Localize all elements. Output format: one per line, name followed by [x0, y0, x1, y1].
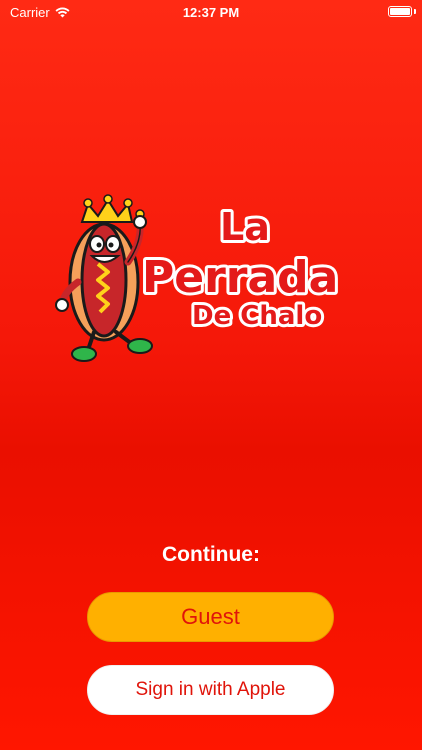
status-bar: Carrier 12:37 PM: [0, 0, 422, 26]
status-time: 12:37 PM: [182, 5, 240, 20]
logo-line-1: La: [220, 205, 270, 249]
battery-level: [390, 8, 410, 15]
battery-cap: [414, 9, 416, 14]
battery-icon: [388, 6, 412, 17]
brand-logo: La Perrada De Chalo: [55, 194, 341, 362]
logo-line-3: De Chalo: [192, 301, 322, 331]
sign-in-with-apple-button[interactable]: Sign in with Apple: [87, 665, 334, 715]
apple-button-label: Sign in with Apple: [135, 679, 286, 700]
login-screen: Carrier 12:37 PM La Perrada De Chalo Con…: [0, 0, 422, 750]
hotdog-mascot-icon: [55, 194, 153, 362]
continue-label: Continue:: [162, 543, 260, 566]
logo-line-2: Perrada: [142, 252, 338, 303]
guest-button[interactable]: Guest: [87, 592, 334, 642]
guest-button-label: Guest: [181, 604, 240, 629]
